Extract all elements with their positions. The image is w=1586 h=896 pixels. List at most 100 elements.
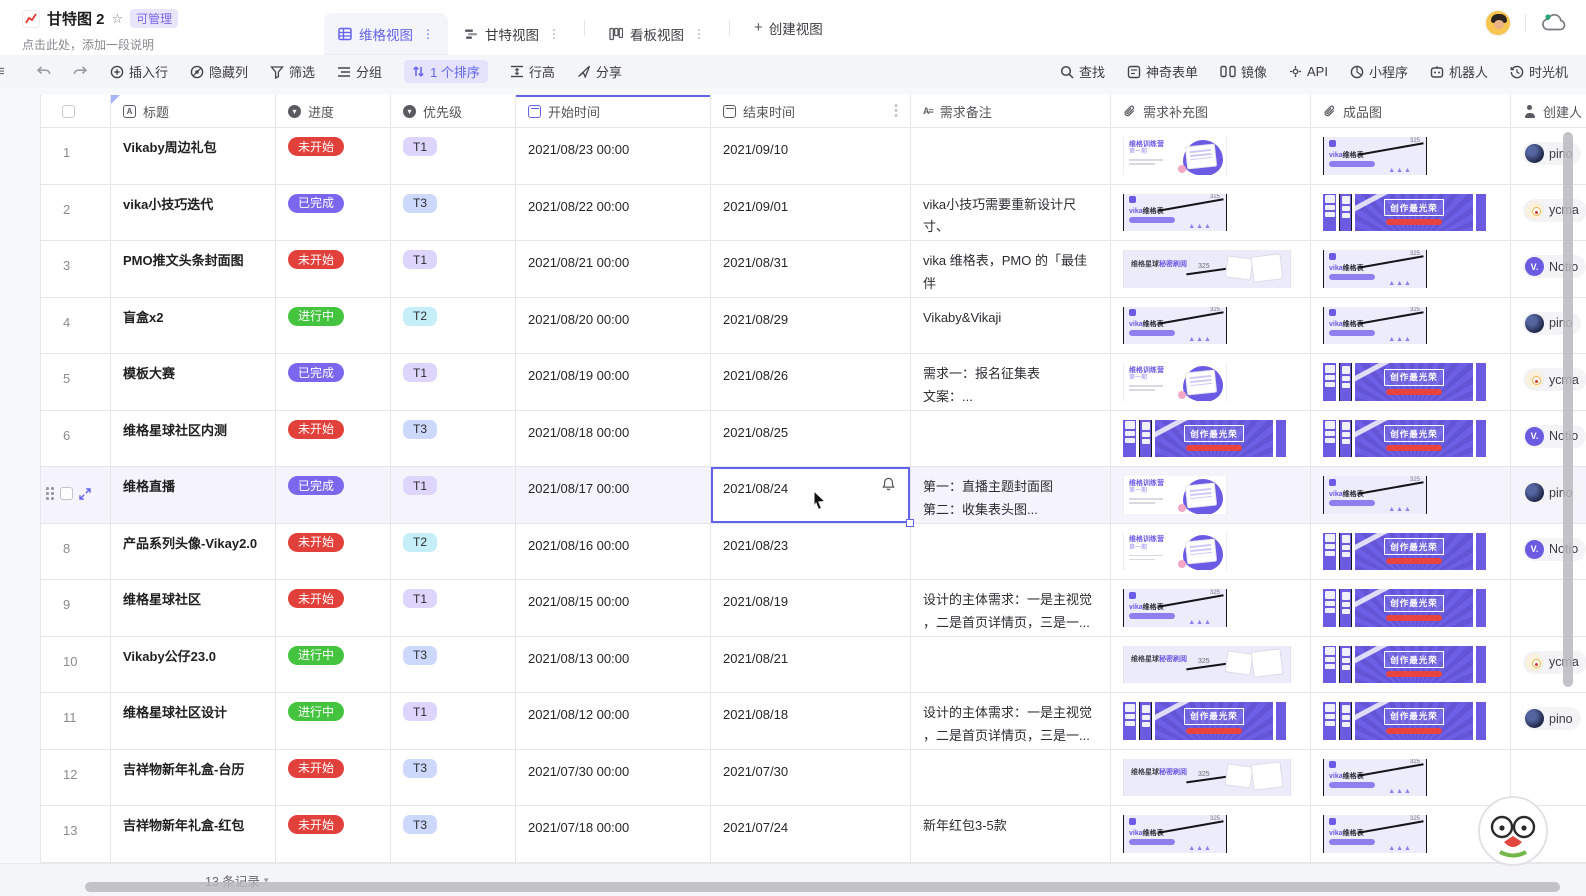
final-images-cell[interactable]: 创作最光荣 [1311, 580, 1511, 637]
attachment-thumbnail-phone[interactable] [1339, 646, 1352, 684]
column-menu-icon[interactable]: ••• [894, 104, 898, 119]
priority-cell[interactable]: T3 [391, 637, 516, 694]
row-number-cell[interactable]: 6 [41, 411, 111, 468]
horizontal-scrollbar[interactable] [85, 882, 1560, 892]
vikaby-mascot[interactable] [1476, 794, 1550, 868]
attachment-thumbnail-contest[interactable]: 创作最光荣 [1355, 420, 1473, 458]
user-avatar[interactable] [1485, 10, 1511, 36]
api-button[interactable]: API [1289, 64, 1328, 79]
row-number-cell[interactable]: 12 [41, 750, 111, 807]
creator-cell[interactable]: V. Notio [1511, 241, 1586, 298]
request-images-cell[interactable]: 创作最光荣 [1111, 693, 1311, 750]
sort-button[interactable]: 1 个排序 [404, 60, 488, 83]
end-date-cell[interactable]: 2021/08/19 [711, 580, 911, 637]
attachment-thumbnail-training[interactable]: 维格训练营第一期 [1123, 363, 1227, 401]
priority-cell[interactable]: T1 [391, 354, 516, 411]
attachment-thumbnail-vika[interactable]: 325 vika维格表 ▲▲▲ [1123, 194, 1227, 232]
final-images-cell[interactable]: 325 vika维格表 ▲▲▲ [1311, 241, 1511, 298]
attachment-thumbnail-phone[interactable] [1339, 420, 1352, 458]
attachment-thumbnail-phone[interactable] [1339, 702, 1352, 740]
attachment-thumbnail-phone[interactable] [1139, 420, 1152, 458]
title-cell[interactable]: 维格星球社区 [111, 580, 276, 637]
attachment-thumbnail-phone[interactable] [1276, 702, 1286, 740]
creator-cell[interactable]: pino [1511, 128, 1586, 185]
priority-cell[interactable]: T1 [391, 693, 516, 750]
attachment-thumbnail-vika[interactable]: 325 vika维格表 ▲▲▲ [1123, 589, 1227, 627]
remark-cell[interactable]: 设计的主体需求：一是主视觉 ，二是首页详情页，三是一... [911, 580, 1111, 637]
hamburger-icon[interactable]: ≡ [0, 63, 10, 80]
column-header-remark[interactable]: A≡需求备注 [911, 95, 1111, 128]
row-number-cell[interactable]: 3 [41, 241, 111, 298]
row-number-cell[interactable] [41, 467, 111, 524]
attachment-thumbnail-vika[interactable]: 325 vika维格表 ▲▲▲ [1323, 815, 1427, 853]
attachment-thumbnail-contest[interactable]: 创作最光荣 [1355, 194, 1473, 232]
attachment-thumbnail-phone[interactable] [1276, 420, 1286, 458]
attachment-thumbnail-vika[interactable]: 325 vika维格表 ▲▲▲ [1323, 307, 1427, 345]
robot-button[interactable]: 机器人 [1430, 62, 1488, 81]
request-images-cell[interactable]: 维格训练营第一期 [1111, 524, 1311, 581]
attachment-thumbnail-planet[interactable]: 维格星球秘密刷阅 325 [1123, 250, 1291, 288]
attachment-thumbnail-vika[interactable]: 325 vika维格表 ▲▲▲ [1323, 137, 1427, 175]
attachment-thumbnail-phone[interactable] [1339, 363, 1352, 401]
end-date-cell[interactable]: 2021/09/01 [711, 185, 911, 242]
end-date-cell[interactable]: 2021/08/26 [711, 354, 911, 411]
attachment-thumbnail-phone[interactable] [1339, 589, 1352, 627]
progress-cell[interactable]: 未开始 [276, 806, 391, 863]
attachment-thumbnail-training[interactable]: 维格训练营第一期 [1123, 476, 1227, 514]
start-date-cell[interactable]: 2021/08/20 00:00 [516, 298, 711, 355]
creator-cell[interactable]: pino [1511, 467, 1586, 524]
create-view-button[interactable]: + 创建视图 [740, 18, 837, 38]
attachment-thumbnail-vika[interactable]: 325 vika维格表 ▲▲▲ [1323, 759, 1427, 797]
creator-cell[interactable]: pino [1511, 693, 1586, 750]
attachment-thumbnail-phone[interactable] [1476, 194, 1486, 232]
sync-cloud-icon[interactable] [1540, 12, 1568, 34]
start-date-cell[interactable]: 2021/08/17 00:00 [516, 467, 711, 524]
start-date-cell[interactable]: 2021/08/13 00:00 [516, 637, 711, 694]
end-date-cell[interactable]: 2021/08/25 [711, 411, 911, 468]
progress-cell[interactable]: 已完成 [276, 354, 391, 411]
progress-cell[interactable]: 进行中 [276, 637, 391, 694]
add-description[interactable]: 点击此处，添加一段说明 [22, 36, 300, 53]
row-number-cell[interactable]: 13 [41, 806, 111, 863]
attachment-thumbnail-contest[interactable]: 创作最光荣 [1155, 702, 1273, 740]
request-images-cell[interactable]: 维格星球秘密刷阅 325 [1111, 750, 1311, 807]
request-images-cell[interactable]: 维格训练营第一期 [1111, 128, 1311, 185]
remark-cell[interactable]: 第一：直播主题封面图 第二：收集表头图... [911, 467, 1111, 524]
request-images-cell[interactable]: 维格星球秘密刷阅 325 [1111, 637, 1311, 694]
request-images-cell[interactable]: 325 vika维格表 ▲▲▲ [1111, 185, 1311, 242]
attachment-thumbnail-phone[interactable] [1476, 363, 1486, 401]
title-cell[interactable]: Vikaby周边礼包 [111, 128, 276, 185]
request-images-cell[interactable]: 创作最光荣 [1111, 411, 1311, 468]
select-all-checkbox[interactable] [62, 105, 75, 118]
progress-cell[interactable]: 未开始 [276, 524, 391, 581]
end-date-cell[interactable]: 2021/08/31 [711, 241, 911, 298]
priority-cell[interactable]: T3 [391, 411, 516, 468]
end-date-cell[interactable]: 2021/08/21 [711, 637, 911, 694]
final-images-cell[interactable]: 创作最光荣 [1311, 411, 1511, 468]
final-images-cell[interactable]: 创作最光荣 [1311, 524, 1511, 581]
start-date-cell[interactable]: 2021/08/12 00:00 [516, 693, 711, 750]
attachment-thumbnail-planet[interactable]: 维格星球秘密刷阅 325 [1123, 646, 1291, 684]
request-images-cell[interactable]: 325 vika维格表 ▲▲▲ [1111, 298, 1311, 355]
time-machine-button[interactable]: 时光机 [1510, 62, 1568, 81]
priority-cell[interactable]: T1 [391, 580, 516, 637]
attachment-thumbnail-vika[interactable]: 325 vika维格表 ▲▲▲ [1123, 815, 1227, 853]
row-number-cell[interactable]: 9 [41, 580, 111, 637]
attachment-thumbnail-phone[interactable] [1476, 646, 1486, 684]
start-date-cell[interactable]: 2021/08/23 00:00 [516, 128, 711, 185]
start-date-cell[interactable]: 2021/07/30 00:00 [516, 750, 711, 807]
attachment-thumbnail-phone[interactable] [1123, 702, 1136, 740]
column-header-priority[interactable]: ▾优先级 [391, 95, 516, 128]
start-date-cell[interactable]: 2021/08/19 00:00 [516, 354, 711, 411]
cell-fill-handle[interactable] [906, 519, 914, 527]
progress-cell[interactable]: 未开始 [276, 128, 391, 185]
search-button[interactable]: 查找 [1060, 62, 1105, 81]
creator-cell[interactable]: V. Notio [1511, 524, 1586, 581]
start-date-cell[interactable]: 2021/07/18 00:00 [516, 806, 711, 863]
attachment-thumbnail-phone[interactable] [1323, 420, 1336, 458]
remark-cell[interactable] [911, 128, 1111, 185]
attachment-thumbnail-phone[interactable] [1339, 533, 1352, 571]
remark-cell[interactable]: 需求一：报名征集表 文案：... [911, 354, 1111, 411]
title-cell[interactable]: 模板大赛 [111, 354, 276, 411]
attachment-thumbnail-phone[interactable] [1323, 589, 1336, 627]
